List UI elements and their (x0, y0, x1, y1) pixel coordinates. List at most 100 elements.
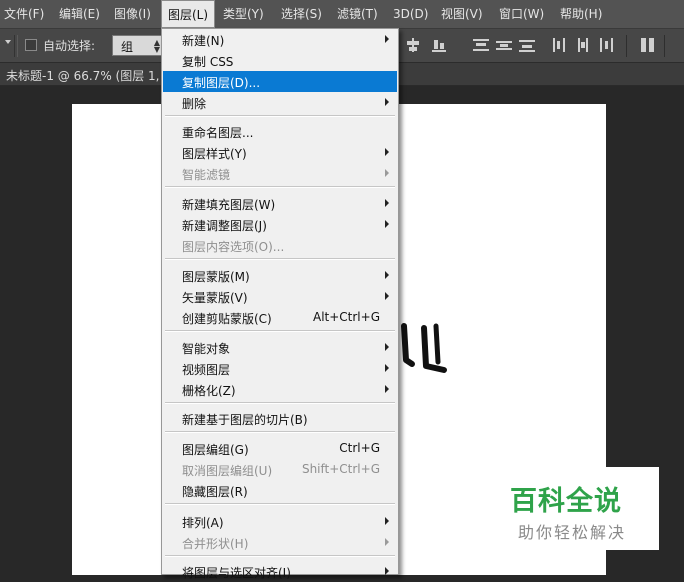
menu-item-shortcut: Ctrl+G (339, 441, 380, 455)
menu-item-group-layers[interactable]: 图层编组(G) Ctrl+G (163, 438, 397, 459)
menu-item-video-layer[interactable]: 视频图层 (163, 358, 397, 379)
menu-separator (165, 503, 395, 505)
submenu-arrow-icon (385, 385, 389, 393)
submenu-arrow-icon (385, 169, 389, 177)
distribute-bottom-icon[interactable] (519, 38, 535, 52)
menu-separator (165, 402, 395, 404)
menu-item-shortcut: Shift+Ctrl+G (301, 462, 380, 476)
auto-select-value: 组 (121, 40, 134, 54)
menu-window[interactable]: 窗口(W) (499, 0, 544, 28)
menu-item-label: 创建剪贴蒙版(C) (182, 312, 272, 326)
menu-item-label: 新建(N) (182, 34, 225, 48)
menu-separator (165, 555, 395, 557)
tool-preset-dropdown-icon[interactable] (5, 40, 11, 44)
options-grip (14, 35, 18, 57)
menu-item-label: 新建调整图层(J) (182, 219, 267, 233)
updown-arrows-icon: ▲ ▼ (153, 38, 160, 54)
submenu-arrow-icon (385, 567, 389, 575)
menu-item-label: 智能对象 (182, 342, 231, 356)
menu-item-label: 智能滤镜 (182, 168, 231, 182)
menu-item-vector-mask[interactable]: 矢量蒙版(V) (163, 286, 397, 307)
options-divider (626, 35, 627, 57)
menu-item-label: 视频图层 (182, 363, 231, 377)
menu-item-arrange[interactable]: 排列(A) (163, 511, 397, 532)
menu-image[interactable]: 图像(I) (114, 0, 151, 28)
menu-item-duplicate-layer[interactable]: 复制图层(D)... (163, 71, 397, 92)
distribute-top-icon[interactable] (473, 38, 489, 52)
menu-item-label: 图层蒙版(M) (182, 270, 250, 284)
distribute-vcenter-icon[interactable] (496, 38, 512, 52)
distribute-hcenter-icon[interactable] (575, 38, 591, 52)
menu-item-new-fill-layer[interactable]: 新建填充图层(W) (163, 193, 397, 214)
menu-item-new[interactable]: 新建(N) (163, 29, 397, 50)
menu-edit[interactable]: 编辑(E) (59, 0, 100, 28)
watermark-subtitle: 助你轻松解决 (518, 523, 627, 542)
auto-select-checkbox[interactable] (25, 39, 37, 51)
auto-select-label: 自动选择: (43, 39, 96, 53)
menu-item-smart-filter: 智能滤镜 (163, 163, 397, 184)
menu-separator (165, 258, 395, 260)
menu-item-label: 新建填充图层(W) (182, 198, 276, 212)
menu-item-label: 隐藏图层(R) (182, 485, 248, 499)
document-title: 未标题-1 @ 66.7% (图层 1, (6, 69, 160, 83)
menu-help[interactable]: 帮助(H) (560, 0, 602, 28)
submenu-arrow-icon (385, 98, 389, 106)
auto-align-layers-icon[interactable] (640, 38, 656, 52)
menu-item-label: 矢量蒙版(V) (182, 291, 248, 305)
menu-item-create-clipping-mask[interactable]: 创建剪贴蒙版(C) Alt+Ctrl+G (163, 307, 397, 328)
menu-type[interactable]: 类型(Y) (223, 0, 264, 28)
menu-item-label: 图层内容选项(O)... (182, 240, 285, 254)
menu-item-label: 取消图层编组(U) (182, 464, 273, 478)
menu-item-smart-object[interactable]: 智能对象 (163, 337, 397, 358)
submenu-arrow-icon (385, 35, 389, 43)
menu-layer[interactable]: 图层(L) (161, 0, 215, 28)
menu-item-label: 重命名图层... (182, 126, 254, 140)
menu-item-label: 排列(A) (182, 516, 224, 530)
menu-item-label: 复制图层(D)... (182, 76, 261, 90)
menu-item-label: 栅格化(Z) (182, 384, 236, 398)
menu-view[interactable]: 视图(V) (441, 0, 483, 28)
auto-select-dropdown[interactable]: 组 ▲ ▼ (112, 35, 164, 56)
menu-item-rename-layer[interactable]: 重命名图层... (163, 121, 397, 142)
menu-item-hide-layers[interactable]: 隐藏图层(R) (163, 480, 397, 501)
menu-item-layer-style[interactable]: 图层样式(Y) (163, 142, 397, 163)
submenu-arrow-icon (385, 517, 389, 525)
distribute-left-icon[interactable] (552, 38, 568, 52)
menu-separator (165, 330, 395, 332)
menu-separator (165, 115, 395, 117)
submenu-arrow-icon (385, 343, 389, 351)
menu-item-copy-css[interactable]: 复制 CSS (163, 50, 397, 71)
distribute-right-icon[interactable] (598, 38, 614, 52)
menu-separator (165, 186, 395, 188)
menu-item-shortcut: Alt+Ctrl+G (312, 310, 380, 324)
brush-stroke-artwork (401, 323, 447, 373)
options-divider (664, 35, 665, 57)
menu-separator (165, 431, 395, 433)
menu-item-label: 将图层与选区对齐(I) (182, 566, 291, 580)
menu-filter[interactable]: 滤镜(T) (337, 0, 378, 28)
align-vertical-center-icon[interactable] (405, 38, 421, 52)
align-bottom-icon[interactable] (431, 38, 447, 52)
menu-item-label: 图层编组(G) (182, 443, 249, 457)
menu-item-label: 复制 CSS (182, 55, 234, 69)
menu-item-rasterize[interactable]: 栅格化(Z) (163, 379, 397, 400)
submenu-arrow-icon (385, 538, 389, 546)
submenu-arrow-icon (385, 148, 389, 156)
menu-item-layer-mask[interactable]: 图层蒙版(M) (163, 265, 397, 286)
menu-item-label: 删除 (182, 97, 207, 111)
submenu-arrow-icon (385, 364, 389, 372)
menu-item-new-adjustment-layer[interactable]: 新建调整图层(J) (163, 214, 397, 235)
menu-file[interactable]: 文件(F) (4, 0, 44, 28)
menu-item-label: 新建基于图层的切片(B) (182, 413, 308, 427)
submenu-arrow-icon (385, 292, 389, 300)
menu-item-label: 合并形状(H) (182, 537, 249, 551)
menu-item-new-layer-based-slice[interactable]: 新建基于图层的切片(B) (163, 408, 397, 429)
menu-item-align-layers-to-selection[interactable]: 将图层与选区对齐(I) (163, 561, 397, 582)
menu-item-layer-content-options: 图层内容选项(O)... (163, 235, 397, 256)
watermark-title: 百科全说 (510, 486, 622, 517)
layer-dropdown-menu: 新建(N) 复制 CSS 复制图层(D)... 删除 重命名图层... 图层样式… (161, 28, 399, 580)
menu-item-delete[interactable]: 删除 (163, 92, 397, 113)
menu-select[interactable]: 选择(S) (281, 0, 322, 28)
submenu-arrow-icon (385, 271, 389, 279)
menu-3d[interactable]: 3D(D) (393, 0, 428, 28)
